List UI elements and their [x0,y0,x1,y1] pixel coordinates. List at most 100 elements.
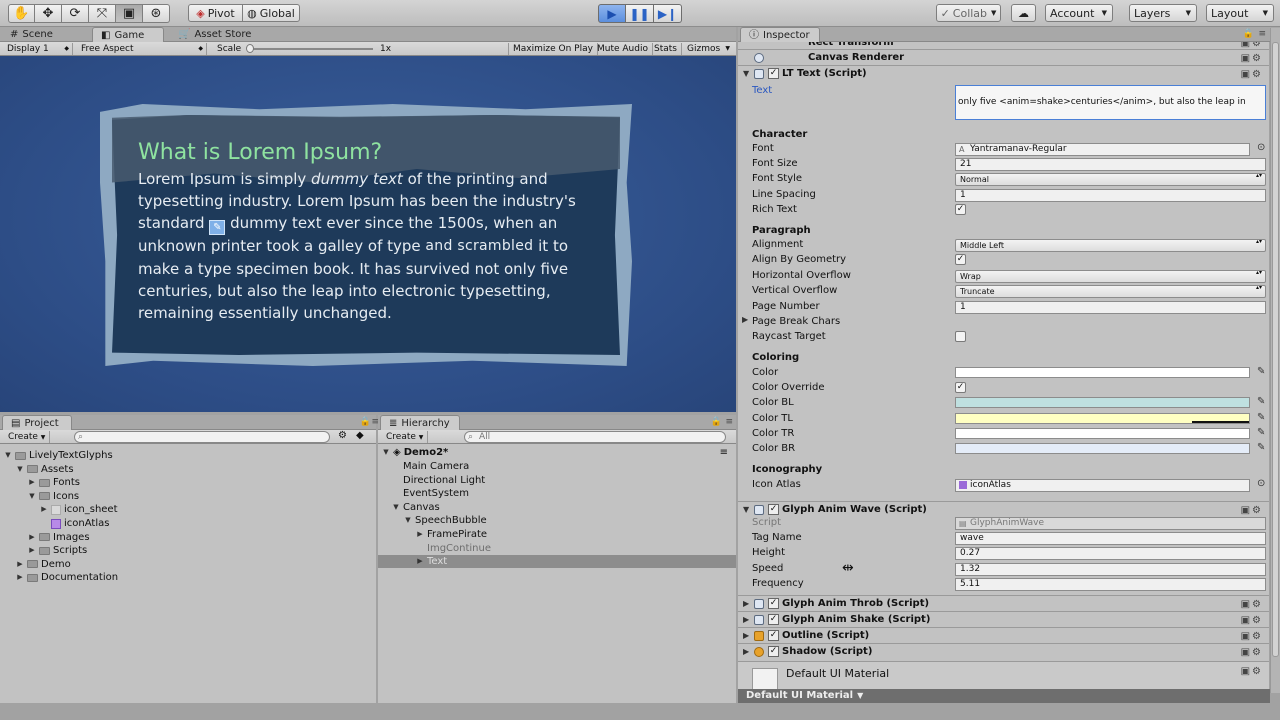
material-preview-bar[interactable]: Default UI Material ▼ [738,689,1270,703]
expand-arrow-icon[interactable]: ▶ [16,571,24,584]
hierarchy-item[interactable]: Main Camera [378,460,736,473]
alignment-dropdown[interactable]: Middle Left [955,239,1266,252]
aspect-dropdown[interactable]: Free Aspect ◆ [77,43,207,55]
expand-arrow-icon[interactable]: ▶ [416,528,424,541]
enable-checkbox[interactable]: ✓ [768,614,779,625]
raycast-checkbox[interactable] [955,331,966,342]
component-settings-icon[interactable]: ▣⚙ [1241,597,1263,612]
tab-game[interactable]: ◧ Game [92,27,164,42]
expand-arrow-icon[interactable]: ▼ [28,490,36,503]
glyph-wave-header[interactable]: ▼ ✓ Glyph Anim Wave (Script) ▣⚙ [738,501,1269,517]
scene-menu-icon[interactable]: ≡ [720,446,728,459]
global-button[interactable]: ◍ Global [242,4,300,22]
lock-icon[interactable]: 🔒 [711,417,722,427]
color-swatch[interactable] [955,367,1250,378]
project-create-dropdown[interactable]: Create ▼ [4,431,51,443]
expand-arrow-icon[interactable]: ▶ [28,531,36,544]
height-field[interactable]: 0.27 [955,547,1266,560]
tab-scene[interactable]: # Scene [2,27,61,42]
hand-icon[interactable]: ✋ [8,4,35,23]
hierarchy-item[interactable]: ▼ SpeechBubble [378,514,736,527]
icon-atlas-field[interactable]: iconAtlas [955,479,1250,492]
transform-icon[interactable]: ⊛ [143,4,170,23]
project-tree-item[interactable]: ▶ Fonts [28,476,80,489]
expand-arrow-icon[interactable]: ▶ [743,644,749,659]
project-search-input[interactable]: ⌕ [74,431,330,443]
hierarchy-search-input[interactable]: ⌕ All [464,431,726,443]
outline-header[interactable]: ▶ ✓ Outline (Script) ▣⚙ [738,627,1269,643]
font-style-dropdown[interactable]: Normal [955,173,1266,186]
text-area[interactable]: only five <anim=shake>centuries</anim>, … [955,85,1266,120]
menu-icon[interactable]: ≡ [725,417,733,427]
gizmos-dropdown[interactable]: Gizmos ▼ [683,43,733,55]
component-settings-icon[interactable]: ▣⚙ [1241,51,1263,66]
enable-checkbox[interactable]: ✓ [768,646,779,657]
speed-field[interactable]: 1.32 [955,563,1266,576]
expand-arrow-icon[interactable]: ▶ [743,596,749,611]
page-break-label[interactable]: Page Break Chars [752,315,840,329]
color-br-swatch[interactable] [955,443,1250,454]
eyedropper-icon[interactable]: ✎ [1257,427,1265,438]
step-button[interactable]: ▶❙ [654,4,682,23]
tab-asset-store[interactable]: 🛒 Asset Store [170,27,259,42]
lock-icon[interactable]: 🔒 [360,417,371,427]
expand-arrow-icon[interactable]: ▶ [28,476,36,489]
project-tree-item[interactable]: ▼ Icons [28,490,79,503]
layout-dropdown[interactable]: Layout ▼ [1206,4,1274,22]
rotate-icon[interactable]: ⟳ [62,4,89,23]
rect-icon[interactable]: ▣ [116,4,143,23]
mute-toggle[interactable]: Mute Audio [593,43,653,55]
expand-arrow-icon[interactable]: ▼ [743,502,749,517]
expand-arrow-icon[interactable]: ▼ [4,449,12,462]
color-bl-swatch[interactable] [955,397,1250,408]
component-settings-icon[interactable]: ▣⚙ [1241,666,1263,677]
component-settings-icon[interactable]: ▣⚙ [1241,503,1263,518]
vertical-overflow-dropdown[interactable]: Truncate [955,285,1266,298]
hierarchy-item[interactable]: EventSystem [378,487,736,500]
lt-text-header[interactable]: ▼ ✓ LT Text (Script) ▣⚙ [738,65,1269,81]
font-field[interactable]: A Yantramanav-Regular [955,143,1250,156]
glyph-throb-header[interactable]: ▶ ✓ Glyph Anim Throb (Script) ▣⚙ [738,595,1269,611]
pause-button[interactable]: ❚❚ [626,4,654,23]
expand-arrow-icon[interactable]: ▶ [16,558,24,571]
project-tree-item[interactable]: ▼ LivelyTextGlyphs [4,449,112,462]
project-tree-item[interactable]: ▼ Assets [16,463,73,476]
project-tree-item[interactable]: ▶ Images [28,531,89,544]
enable-checkbox[interactable]: ✓ [768,630,779,641]
color-override-checkbox[interactable]: ✓ [955,382,966,393]
object-picker-icon[interactable]: ⊙ [1257,142,1265,153]
account-dropdown[interactable]: Account ▼ [1045,4,1113,22]
cloud-button[interactable]: ☁ [1011,4,1036,22]
expand-arrow-icon[interactable]: ▼ [743,66,749,81]
expand-arrow-icon[interactable]: ▶ [742,315,748,324]
tab-project[interactable]: ▤ Project [2,415,72,430]
scale-slider-thumb[interactable] [246,44,254,53]
inspector-scrollbar[interactable] [1270,28,1280,693]
tag-name-field[interactable]: wave [955,532,1266,545]
maximize-toggle[interactable]: Maximize On Play [508,43,598,55]
hierarchy-create-dropdown[interactable]: Create ▼ [382,431,429,443]
stats-toggle[interactable]: Stats [650,43,682,55]
project-tree-item[interactable]: ▶ Demo [16,558,70,571]
pivot-button[interactable]: ◈ Pivot [188,4,243,22]
hierarchy-item[interactable]: ▶ Text [378,555,736,569]
eyedropper-icon[interactable]: ✎ [1257,396,1265,407]
expand-arrow-icon[interactable]: ▶ [743,628,749,643]
canvas-renderer-header[interactable]: Canvas Renderer ▣⚙ [738,49,1269,65]
page-number-field[interactable]: 1 [955,301,1266,314]
scale-slider[interactable] [246,44,373,53]
filter-type-icon[interactable]: ⚙ [338,430,347,441]
eyedropper-icon[interactable]: ✎ [1257,366,1265,377]
lock-icon[interactable]: 🔒 [1243,29,1254,39]
glyph-shake-header[interactable]: ▶ ✓ Glyph Anim Shake (Script) ▣⚙ [738,611,1269,627]
expand-arrow-icon[interactable]: ▼ [404,514,412,527]
move-icon[interactable]: ✥ [35,4,62,23]
rich-text-checkbox[interactable]: ✓ [955,204,966,215]
enable-checkbox[interactable]: ✓ [768,598,779,609]
enable-checkbox[interactable]: ✓ [768,68,779,79]
hierarchy-item[interactable]: Directional Light [378,474,736,487]
play-button[interactable]: ▶ [598,4,626,23]
expand-arrow-icon[interactable]: ▶ [40,503,48,516]
project-tree-item[interactable]: iconAtlas [40,517,109,530]
scale-icon[interactable]: ⤧ [89,4,116,23]
